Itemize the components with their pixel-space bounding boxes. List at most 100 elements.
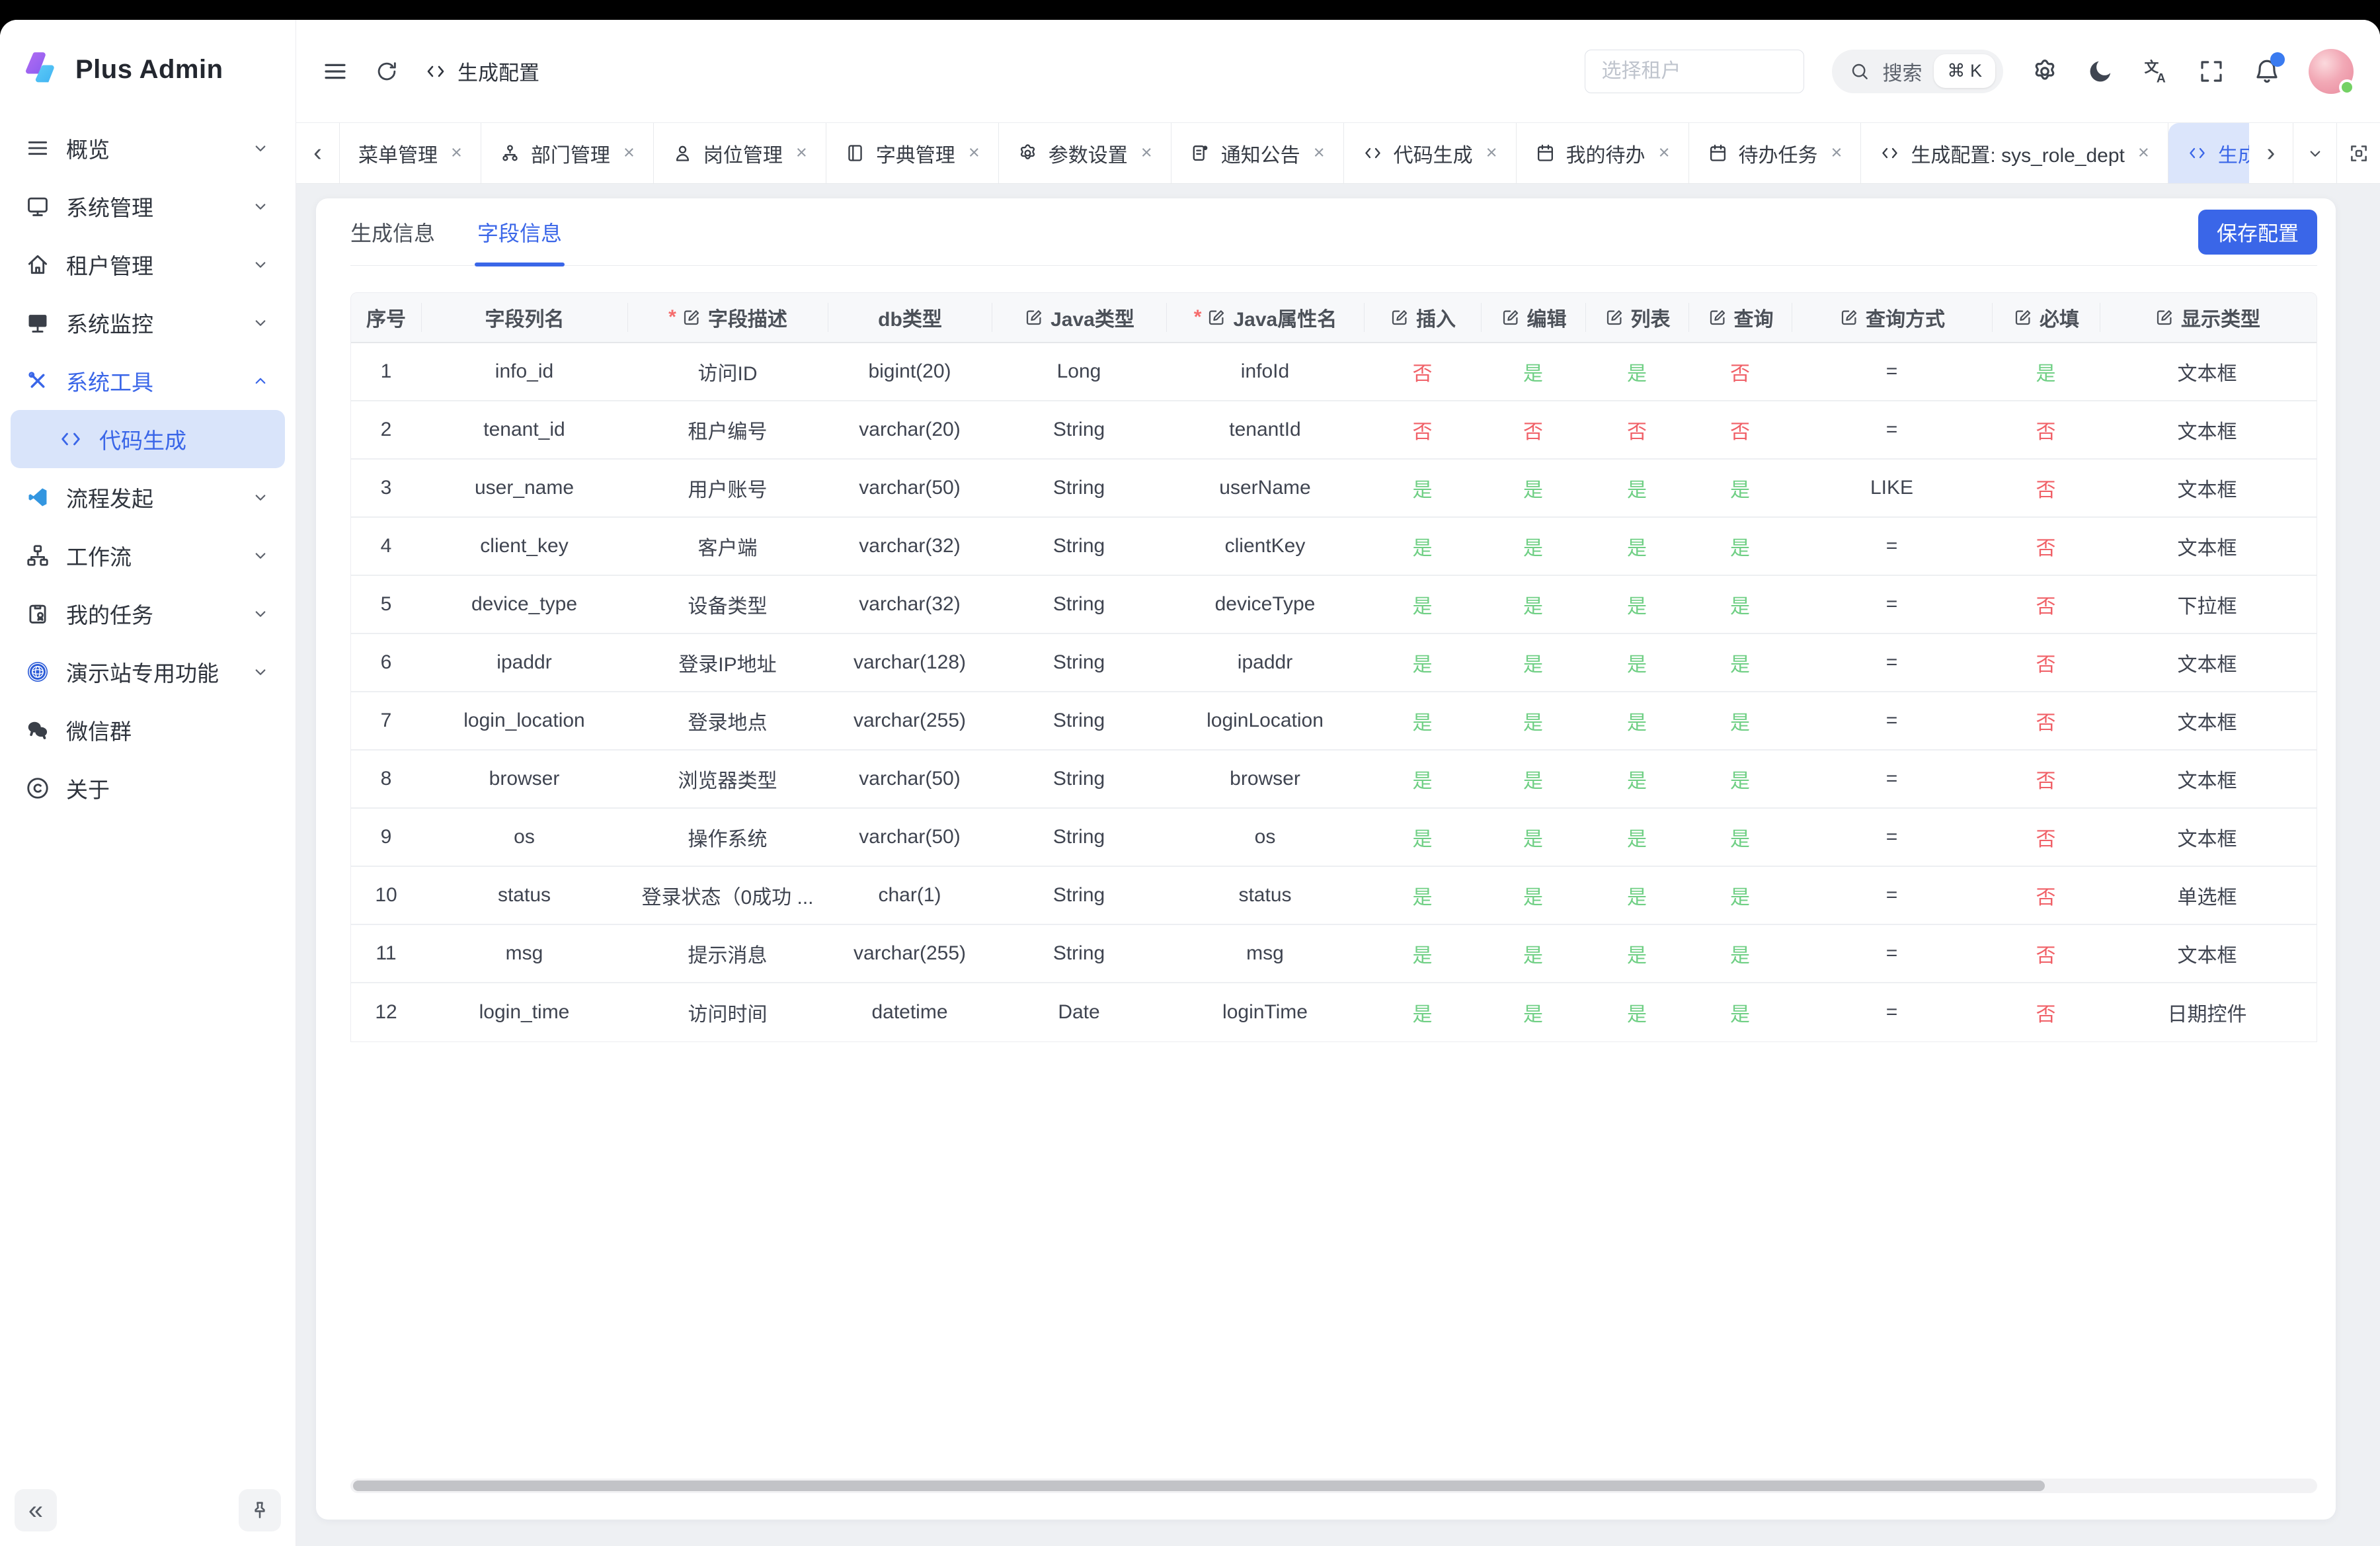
refresh-icon[interactable] bbox=[374, 59, 399, 84]
cell[interactable]: 文本框 bbox=[2100, 939, 2315, 968]
cell[interactable]: = bbox=[1792, 826, 1992, 848]
cell[interactable]: 登录状态（0成功 ... bbox=[627, 881, 828, 910]
user-avatar[interactable] bbox=[2309, 49, 2354, 94]
cell[interactable]: String bbox=[992, 593, 1166, 616]
cell[interactable]: 是 bbox=[1688, 881, 1792, 910]
cell[interactable]: String bbox=[992, 477, 1166, 499]
cell[interactable]: 浏览器类型 bbox=[627, 764, 828, 793]
cell[interactable]: 是 bbox=[1585, 357, 1688, 386]
close-icon[interactable]: × bbox=[1314, 142, 1325, 164]
cell[interactable]: 是 bbox=[1481, 648, 1585, 677]
cell[interactable]: 日期控件 bbox=[2100, 998, 2315, 1027]
notifications-bell-icon[interactable] bbox=[2253, 58, 2281, 85]
content-fullscreen-icon[interactable] bbox=[2336, 123, 2380, 183]
sidebar-item-wechat[interactable]: 微信群 bbox=[11, 701, 285, 759]
cell[interactable]: 是 bbox=[1481, 706, 1585, 735]
cell[interactable]: 是 bbox=[1364, 881, 1481, 910]
tabs-scroll-right-icon[interactable]: › bbox=[2249, 123, 2293, 183]
cell[interactable]: infoId bbox=[1166, 360, 1364, 383]
cell[interactable]: = bbox=[1792, 884, 1992, 907]
cell[interactable]: 是 bbox=[1585, 823, 1688, 852]
cell[interactable]: 是 bbox=[1481, 473, 1585, 503]
cell[interactable]: 否 bbox=[1481, 415, 1585, 444]
sidebar-item-my-tasks[interactable]: 我的任务 bbox=[11, 585, 285, 643]
cell[interactable]: = bbox=[1792, 535, 1992, 557]
cell[interactable]: 文本框 bbox=[2100, 532, 2315, 561]
cell[interactable]: 是 bbox=[1585, 764, 1688, 793]
close-icon[interactable]: × bbox=[969, 142, 980, 164]
logo[interactable]: Plus Admin bbox=[0, 20, 296, 110]
cell[interactable]: 否 bbox=[1992, 415, 2100, 444]
cell[interactable]: status bbox=[1166, 884, 1364, 907]
cell[interactable]: browser bbox=[1166, 768, 1364, 790]
sidebar-item-tenant[interactable]: 租户管理 bbox=[11, 235, 285, 294]
cell[interactable]: 是 bbox=[1481, 532, 1585, 561]
cell[interactable]: 是 bbox=[1585, 706, 1688, 735]
cell[interactable]: 是 bbox=[1364, 939, 1481, 968]
cell[interactable]: 是 bbox=[1481, 357, 1585, 386]
cell[interactable]: 设备类型 bbox=[627, 590, 828, 619]
page-tab-post-mgmt[interactable]: 岗位管理× bbox=[654, 123, 826, 183]
cell[interactable]: 否 bbox=[1364, 415, 1481, 444]
cell[interactable]: 是 bbox=[1364, 473, 1481, 503]
cell[interactable]: loginLocation bbox=[1166, 710, 1364, 732]
cell[interactable]: 否 bbox=[1992, 648, 2100, 677]
cell[interactable]: 文本框 bbox=[2100, 706, 2315, 735]
cell[interactable]: deviceType bbox=[1166, 593, 1364, 616]
cell[interactable]: 单选框 bbox=[2100, 881, 2315, 910]
cell[interactable]: 是 bbox=[1481, 881, 1585, 910]
horizontal-scrollbar[interactable] bbox=[350, 1479, 2317, 1493]
cell[interactable]: 文本框 bbox=[2100, 764, 2315, 793]
cell[interactable]: 否 bbox=[1688, 357, 1792, 386]
cell[interactable]: loginTime bbox=[1166, 1001, 1364, 1024]
cell[interactable]: 否 bbox=[1992, 998, 2100, 1027]
cell[interactable]: 是 bbox=[1688, 532, 1792, 561]
cell[interactable]: 文本框 bbox=[2100, 357, 2315, 386]
cell[interactable]: = bbox=[1792, 710, 1992, 732]
cell[interactable]: 否 bbox=[1992, 532, 2100, 561]
close-icon[interactable]: × bbox=[451, 142, 462, 164]
sidebar-item-demo[interactable]: 演示站专用功能 bbox=[11, 643, 285, 701]
global-search-button[interactable]: 搜索 ⌘ K bbox=[1832, 50, 2003, 93]
tabs-scroll-left-icon[interactable]: ‹ bbox=[296, 123, 340, 183]
cell[interactable]: = bbox=[1792, 768, 1992, 790]
cell[interactable]: 文本框 bbox=[2100, 823, 2315, 852]
sidebar-item-monitor[interactable]: 系统监控 bbox=[11, 294, 285, 352]
cell[interactable]: 文本框 bbox=[2100, 473, 2315, 503]
cell[interactable]: = bbox=[1792, 942, 1992, 965]
cell[interactable]: String bbox=[992, 826, 1166, 848]
cell[interactable]: 是 bbox=[1688, 939, 1792, 968]
translate-icon[interactable]: 文A bbox=[2142, 58, 2170, 85]
close-icon[interactable]: × bbox=[1141, 142, 1152, 164]
cell[interactable]: 提示消息 bbox=[627, 939, 828, 968]
cell[interactable]: 否 bbox=[1992, 590, 2100, 619]
page-tab-dict-mgmt[interactable]: 字典管理× bbox=[826, 123, 999, 183]
cell[interactable]: 是 bbox=[1688, 648, 1792, 677]
sidebar-collapse-button[interactable]: « bbox=[15, 1489, 57, 1531]
close-icon[interactable]: × bbox=[1831, 142, 1843, 164]
sidebar-item-about[interactable]: 关于 bbox=[11, 759, 285, 817]
cell[interactable]: = bbox=[1792, 1001, 1992, 1024]
cell[interactable]: 下拉框 bbox=[2100, 590, 2315, 619]
cell[interactable]: 否 bbox=[1364, 357, 1481, 386]
sidebar-item-tools[interactable]: 系统工具 bbox=[11, 352, 285, 410]
cell[interactable]: String bbox=[992, 768, 1166, 790]
cell[interactable]: String bbox=[992, 710, 1166, 732]
cell[interactable]: Date bbox=[992, 1001, 1166, 1024]
sidebar-pin-button[interactable] bbox=[239, 1489, 281, 1531]
cell[interactable]: 登录地点 bbox=[627, 706, 828, 735]
page-tab-gen-logininfor[interactable]: 生成配置: sys_lo bbox=[2168, 123, 2249, 183]
cell[interactable]: String bbox=[992, 535, 1166, 557]
cell[interactable]: 是 bbox=[1481, 590, 1585, 619]
page-tab-todo-tasks[interactable]: 待办任务× bbox=[1689, 123, 1862, 183]
close-icon[interactable]: × bbox=[1659, 142, 1670, 164]
cell[interactable]: ipaddr bbox=[1166, 651, 1364, 674]
sidebar-item-codegen[interactable]: 代码生成 bbox=[11, 410, 285, 468]
cell[interactable]: 文本框 bbox=[2100, 648, 2315, 677]
cell[interactable]: 否 bbox=[1992, 823, 2100, 852]
cell[interactable]: 是 bbox=[1585, 939, 1688, 968]
cell[interactable]: 用户账号 bbox=[627, 473, 828, 503]
cell[interactable]: 是 bbox=[1585, 473, 1688, 503]
cell[interactable]: 是 bbox=[1585, 590, 1688, 619]
cell[interactable]: LIKE bbox=[1792, 477, 1992, 499]
